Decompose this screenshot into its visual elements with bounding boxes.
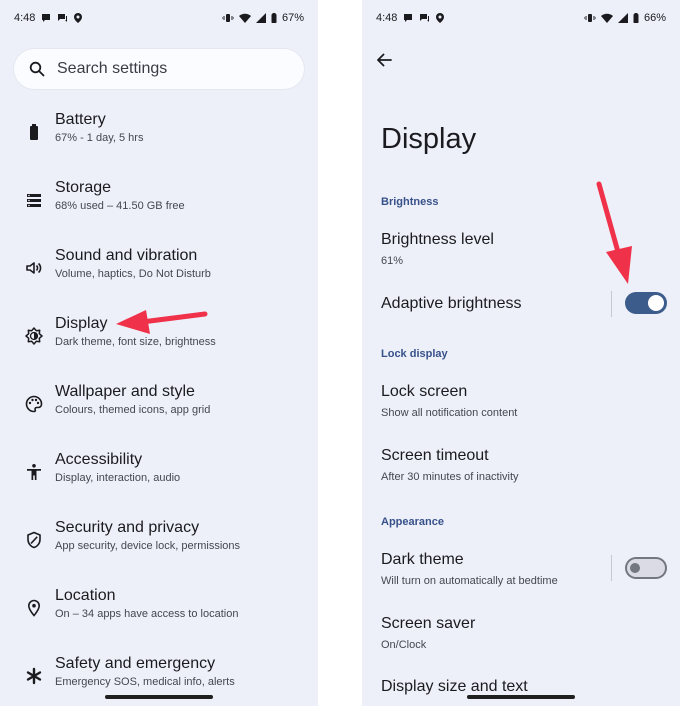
location-status-icon <box>74 13 83 23</box>
search-bar[interactable]: Search settings <box>14 49 304 89</box>
asterisk-icon <box>26 667 42 685</box>
pref-title: Display size and text <box>381 678 528 695</box>
vibrate-icon <box>583 14 596 22</box>
dark-theme-toggle[interactable] <box>625 557 667 579</box>
settings-item-sound[interactable]: Sound and vibration Volume, haptics, Do … <box>0 247 318 303</box>
settings-item-subtitle: Volume, haptics, Do Not Disturb <box>55 268 211 280</box>
brightness-icon <box>25 327 43 345</box>
settings-item-subtitle: 68% used – 41.50 GB free <box>55 200 185 212</box>
settings-item-title: Security and privacy <box>55 519 200 536</box>
back-arrow-icon[interactable] <box>374 50 394 70</box>
shield-icon <box>27 531 41 549</box>
section-header-brightness: Brightness <box>381 196 439 208</box>
vibrate-icon <box>221 14 234 22</box>
toggle-knob <box>648 295 664 311</box>
settings-item-wallpaper[interactable]: Wallpaper and style Colours, themed icon… <box>0 383 318 439</box>
display-settings-screen: 4:48 66% Display Brightness Brightness l… <box>362 0 680 706</box>
adaptive-brightness-toggle[interactable] <box>625 292 667 314</box>
gesture-nav-handle[interactable] <box>105 695 213 699</box>
section-header-appearance: Appearance <box>381 516 444 528</box>
signal-icon <box>617 13 628 23</box>
search-placeholder: Search settings <box>57 60 168 77</box>
settings-item-title: Display <box>55 315 108 332</box>
status-time: 4:48 <box>14 12 36 24</box>
status-bar: 4:48 66% <box>376 12 666 26</box>
settings-screen: 4:48 67% Search settings Battery 67% - 1… <box>0 0 318 706</box>
palette-icon <box>25 395 43 413</box>
annotation-arrow-toggle <box>596 181 632 284</box>
settings-item-security[interactable]: Security and privacy App security, devic… <box>0 519 318 575</box>
annotation-arrow-display <box>116 310 208 334</box>
chat-notification-icon <box>404 14 413 22</box>
battery-percent: 67% <box>281 12 304 24</box>
settings-item-subtitle: 67% - 1 day, 5 hrs <box>55 132 144 144</box>
toggle-knob <box>630 563 640 573</box>
pref-subtitle: After 30 minutes of inactivity <box>381 471 519 483</box>
pref-title: Lock screen <box>381 383 468 400</box>
location-pin-icon <box>27 599 41 617</box>
pref-subtitle: On/Clock <box>381 639 427 651</box>
message-notification-icon <box>420 14 430 22</box>
wifi-icon <box>600 13 613 23</box>
settings-item-subtitle: Display, interaction, audio <box>55 472 181 484</box>
settings-item-accessibility[interactable]: Accessibility Display, interaction, audi… <box>0 451 318 507</box>
status-time: 4:48 <box>376 12 398 24</box>
pref-display-size[interactable]: Display size and text <box>381 678 671 696</box>
message-notification-icon <box>58 14 68 22</box>
settings-item-subtitle: Colours, themed icons, app grid <box>55 404 211 416</box>
pref-title: Screen timeout <box>381 447 489 464</box>
settings-item-battery[interactable]: Battery 67% - 1 day, 5 hrs <box>0 111 318 167</box>
page-title: Display <box>381 123 477 155</box>
status-bar: 4:48 67% <box>14 12 304 26</box>
settings-item-title: Sound and vibration <box>55 247 198 264</box>
battery-status-icon <box>271 13 277 23</box>
chat-notification-icon <box>42 14 51 22</box>
settings-item-title: Wallpaper and style <box>55 383 195 400</box>
settings-item-subtitle: App security, device lock, permissions <box>55 540 241 552</box>
pref-screen-timeout[interactable]: Screen timeout After 30 minutes of inact… <box>381 447 671 483</box>
pref-lock-screen[interactable]: Lock screen Show all notification conten… <box>381 383 671 419</box>
battery-status-icon <box>633 13 639 23</box>
settings-item-subtitle: Emergency SOS, medical info, alerts <box>55 676 235 688</box>
battery-icon <box>30 124 38 140</box>
battery-percent: 66% <box>643 12 666 24</box>
settings-item-title: Accessibility <box>55 451 143 468</box>
divider <box>611 555 612 581</box>
accessibility-icon <box>27 464 41 480</box>
settings-item-title: Storage <box>55 179 112 196</box>
settings-item-subtitle: On – 34 apps have access to location <box>55 608 239 620</box>
pref-title: Screen saver <box>381 615 476 632</box>
storage-icon <box>27 194 41 207</box>
search-icon <box>29 61 45 77</box>
pref-screen-saver[interactable]: Screen saver On/Clock <box>381 615 671 651</box>
section-header-lock-display: Lock display <box>381 348 448 360</box>
settings-item-title: Safety and emergency <box>55 655 216 672</box>
pref-subtitle: Will turn on automatically at bedtime <box>381 575 558 587</box>
speaker-icon <box>26 262 42 274</box>
location-status-icon <box>436 13 445 23</box>
pref-subtitle: Show all notification content <box>381 407 518 419</box>
gesture-nav-handle[interactable] <box>467 695 575 699</box>
wifi-icon <box>238 13 251 23</box>
signal-icon <box>255 13 266 23</box>
settings-item-location[interactable]: Location On – 34 apps have access to loc… <box>0 587 318 643</box>
settings-item-title: Location <box>55 587 116 604</box>
divider <box>611 291 612 317</box>
settings-item-storage[interactable]: Storage 68% used – 41.50 GB free <box>0 179 318 235</box>
settings-item-title: Battery <box>55 111 106 128</box>
